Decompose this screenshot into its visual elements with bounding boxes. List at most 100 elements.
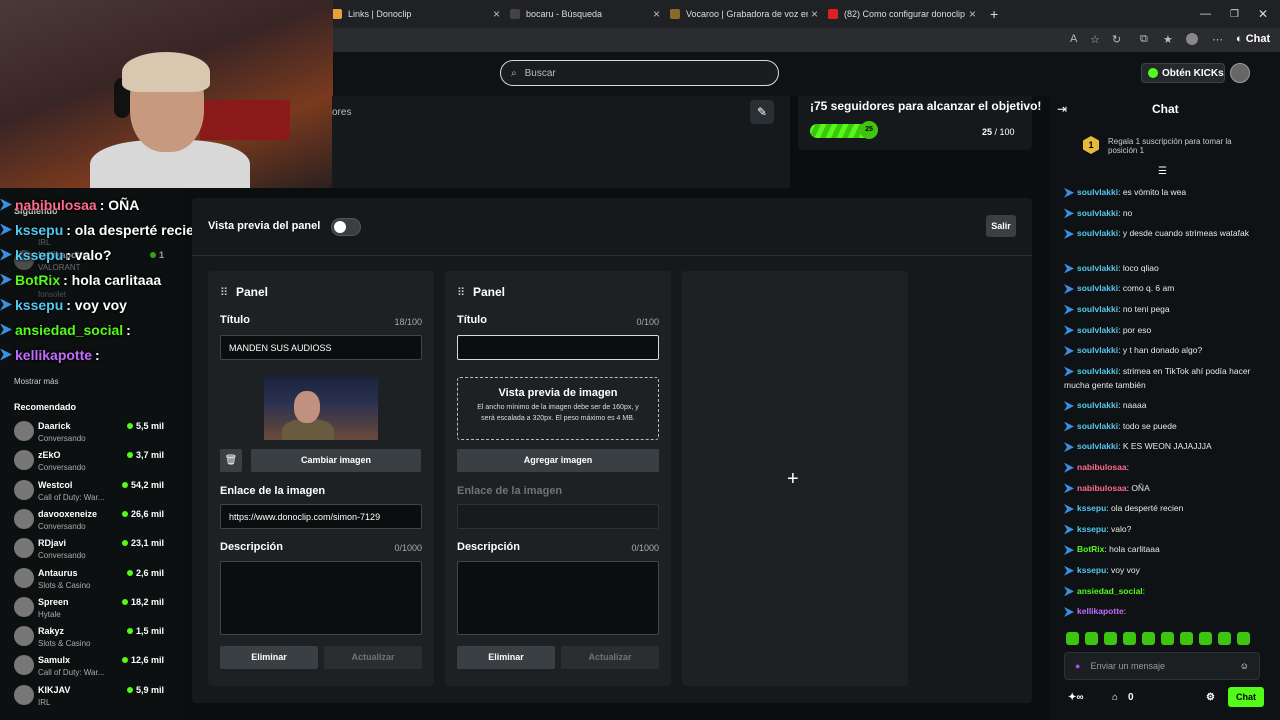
emote-icon[interactable] xyxy=(1066,632,1079,645)
chat-username[interactable]: BotRix xyxy=(1077,544,1104,554)
emote-icon[interactable] xyxy=(1142,632,1155,645)
recommended-channel[interactable]: davooxeneize Conversando 26,6 mil xyxy=(14,507,164,535)
recommended-channel[interactable]: Westcol Call of Duty: War... 54,2 mil xyxy=(14,478,164,506)
exit-button[interactable]: Salir xyxy=(986,215,1016,237)
recommended-channel[interactable]: Daarick Conversando 5,5 mil xyxy=(14,419,164,447)
chat-settings-gear-icon[interactable]: ⚙ xyxy=(1206,692,1215,703)
chat-message-input[interactable]: ● Enviar un mensaje ☺ xyxy=(1064,652,1260,680)
update-button[interactable]: Actualizar xyxy=(324,646,422,669)
sub-leaderboard[interactable]: 1 Regala 1 suscripción para tomar la pos… xyxy=(1050,128,1274,162)
update-button[interactable]: Actualizar xyxy=(561,646,659,669)
search-input[interactable]: ⌕ Buscar xyxy=(500,60,779,86)
title-input[interactable] xyxy=(457,335,659,360)
profile-icon[interactable] xyxy=(1186,33,1198,45)
chat-username[interactable]: soulvlakki xyxy=(1077,366,1118,376)
description-textarea[interactable] xyxy=(457,561,659,635)
change-image-button[interactable]: Cambiar imagen xyxy=(251,449,421,472)
tab-busqueda[interactable]: bocaru - Búsqueda × xyxy=(510,4,660,24)
chat-username[interactable]: soulvlakki xyxy=(1077,345,1118,355)
chat-username[interactable]: soulvlakki xyxy=(1077,208,1118,218)
chat-text: : es vómito la wea xyxy=(1118,187,1187,197)
edit-pencil-icon[interactable]: ✎ xyxy=(750,100,774,124)
recommended-channel[interactable]: Spreen Hytale 18,2 mil xyxy=(14,595,164,623)
emote-icon[interactable] xyxy=(1180,632,1193,645)
collapse-chat-icon[interactable]: ⇥ xyxy=(1057,102,1067,116)
description-textarea[interactable] xyxy=(220,561,422,635)
user-avatar[interactable] xyxy=(1230,63,1250,83)
channel-points-icon[interactable]: ✦∞ xyxy=(1068,692,1084,703)
recommended-channel[interactable]: zEkO Conversando 3,7 mil xyxy=(14,448,164,476)
extensions-icon[interactable]: ⧉ xyxy=(1140,33,1148,46)
close-tab-icon[interactable]: × xyxy=(493,7,500,21)
recommended-channel[interactable]: Samulx Call of Duty: War... 12,6 mil xyxy=(14,653,164,681)
delete-button[interactable]: Eliminar xyxy=(457,646,555,669)
emote-icon[interactable] xyxy=(1123,632,1136,645)
delete-button[interactable]: Eliminar xyxy=(220,646,318,669)
chat-username[interactable]: kssepu xyxy=(1077,565,1106,575)
read-aloud-icon[interactable]: A xyxy=(1070,33,1077,45)
close-window-icon[interactable]: ✕ xyxy=(1258,4,1268,24)
recommended-channel[interactable]: RDjavi Conversando 23,1 mil xyxy=(14,536,164,564)
chat-username[interactable]: kssepu xyxy=(1077,503,1106,513)
panel-heading: Panel xyxy=(473,285,506,299)
maximize-icon[interactable]: ❐ xyxy=(1230,4,1239,24)
recommended-channel[interactable]: Rakyz Slots & Casino 1,5 mil xyxy=(14,624,164,652)
close-tab-icon[interactable]: × xyxy=(969,7,976,21)
chat-username[interactable]: soulvlakki xyxy=(1077,421,1118,431)
chat-username[interactable]: soulvlakki xyxy=(1077,325,1118,335)
new-tab-icon[interactable]: + xyxy=(990,4,998,24)
emote-icon[interactable] xyxy=(1237,632,1250,645)
chat-username[interactable]: nabibulosaa xyxy=(1077,483,1127,493)
drag-handle-icon[interactable]: ⠿ xyxy=(220,286,228,299)
chat-message: nabibulosaa: OÑA xyxy=(1064,481,1260,495)
refresh-icon[interactable]: ↻ xyxy=(1112,33,1121,46)
gift-icon[interactable]: ⌂ xyxy=(1112,692,1118,703)
emoji-icon[interactable]: ☺ xyxy=(1240,661,1249,671)
trash-icon[interactable]: 🗑 xyxy=(220,449,242,472)
image-link-input[interactable] xyxy=(457,504,659,529)
send-chat-button[interactable]: Chat xyxy=(1228,687,1264,707)
emote-icon[interactable] xyxy=(1199,632,1212,645)
chat-username[interactable]: ansiedad_social xyxy=(1077,586,1143,596)
minimize-icon[interactable]: — xyxy=(1200,4,1211,24)
chat-text: : por eso xyxy=(1118,324,1152,335)
chat-username[interactable]: soulvlakki xyxy=(1077,263,1118,273)
chat-username[interactable]: soulvlakki xyxy=(1077,187,1118,197)
chat-username[interactable]: nabibulosaa xyxy=(1077,462,1127,472)
chat-username[interactable]: soulvlakki xyxy=(1077,400,1118,410)
image-link-input[interactable]: https://www.donoclip.com/simon-7129 xyxy=(220,504,422,529)
emote-icon[interactable] xyxy=(1218,632,1231,645)
chat-username[interactable]: soulvlakki xyxy=(1077,304,1118,314)
favorite-icon[interactable]: ☆ xyxy=(1090,33,1100,46)
get-kicks-button[interactable]: Obtén KICKs xyxy=(1141,63,1225,83)
chat-username[interactable]: kellikapotte xyxy=(1077,606,1124,616)
tab-links-donoclip[interactable]: Links | Donoclip × xyxy=(332,4,500,24)
microphone-icon[interactable]: ● xyxy=(1075,661,1080,671)
drag-handle-icon[interactable]: ⠿ xyxy=(457,286,465,299)
panel-preview-toggle[interactable] xyxy=(331,218,361,236)
add-panel-plus-icon[interactable]: + xyxy=(787,468,799,491)
show-more-link[interactable]: Mostrar más xyxy=(14,377,58,386)
chat-username[interactable]: soulvlakki xyxy=(1077,228,1118,238)
close-tab-icon[interactable]: × xyxy=(653,7,660,21)
image-dropzone[interactable]: Vista previa de imagen El ancho mínimo d… xyxy=(457,377,659,440)
chat-username[interactable]: soulvlakki xyxy=(1077,283,1118,293)
recommended-channel[interactable]: KIKJAV IRL 5,9 mil xyxy=(14,683,164,711)
title-input[interactable]: MANDEN SUS AUDIOSS xyxy=(220,335,422,360)
chat-username[interactable]: soulvlakki xyxy=(1077,441,1118,451)
chat-text: : todo se puede xyxy=(1118,420,1177,431)
add-image-button[interactable]: Agregar imagen xyxy=(457,449,659,472)
emote-icon[interactable] xyxy=(1161,632,1174,645)
tab-youtube[interactable]: (82) Como configurar donoclip - Yo × xyxy=(828,4,976,24)
recommended-channel[interactable]: Antaurus Slots & Casino 2,6 mil xyxy=(14,566,164,594)
emote-icon[interactable] xyxy=(1085,632,1098,645)
more-options-icon[interactable]: ⋯ xyxy=(1212,33,1223,46)
chat-username[interactable]: kssepu xyxy=(1077,524,1106,534)
emote-icon[interactable] xyxy=(1104,632,1117,645)
close-tab-icon[interactable]: × xyxy=(811,7,818,21)
chat-message: ansiedad_social: xyxy=(1064,584,1260,598)
tab-vocaroo[interactable]: Vocaroo | Grabadora de voz en lín × xyxy=(670,4,818,24)
favorites-bar-icon[interactable]: ★ xyxy=(1163,33,1173,46)
pinned-expand-icon[interactable]: ☰ xyxy=(1158,166,1167,177)
copilot-chat-button[interactable]: ◐ Chat xyxy=(1236,33,1270,45)
